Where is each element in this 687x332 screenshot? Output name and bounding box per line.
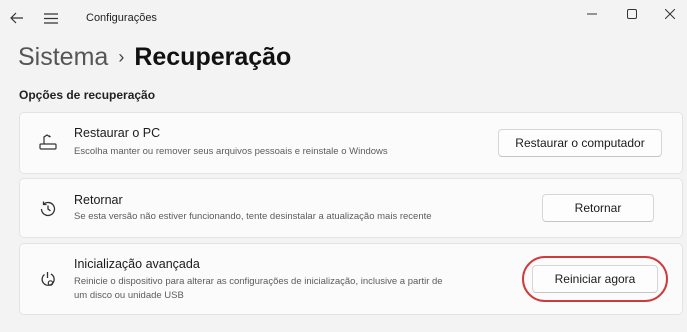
option-description-line-2: um disco ou unidade USB — [74, 290, 184, 301]
minimize-icon[interactable] — [577, 4, 607, 24]
breadcrumb-separator: › — [118, 46, 125, 67]
advanced-startup-icon — [38, 270, 58, 290]
breadcrumb-parent[interactable]: Sistema — [18, 43, 108, 72]
close-icon[interactable] — [655, 4, 685, 24]
option-title: Inicialização avançada — [74, 257, 200, 271]
option-description-line-1: Reinicie o dispositivo para alterar as c… — [74, 276, 443, 287]
window-title: Configurações — [86, 12, 157, 24]
hamburger-menu-icon[interactable] — [42, 10, 60, 26]
go-back-button[interactable]: Retornar — [542, 194, 654, 222]
restore-pc-button[interactable]: Restaurar o computador — [498, 129, 662, 157]
highlight-annotation-circle — [522, 256, 668, 302]
option-card-go-back: Retornar Se esta versão não estiver func… — [19, 178, 683, 238]
option-title: Retornar — [74, 193, 123, 207]
option-title: Restaurar o PC — [74, 126, 161, 140]
maximize-icon[interactable] — [617, 4, 647, 24]
option-card-advanced-startup: Inicialização avançada Reinicie o dispos… — [19, 243, 683, 315]
back-arrow-icon[interactable] — [8, 10, 26, 26]
title-bar: Configurações — [0, 0, 687, 36]
breadcrumb: Sistema › Recuperação — [18, 40, 291, 74]
restore-pc-icon — [38, 133, 58, 153]
option-description: Se esta versão não estiver funcionando, … — [74, 211, 432, 222]
history-restore-icon — [38, 199, 58, 219]
section-title: Opções de recuperação — [19, 88, 156, 102]
page-title: Recuperação — [134, 42, 292, 71]
option-description: Escolha manter ou remover seus arquivos … — [74, 146, 388, 157]
option-card-restore-pc: Restaurar o PC Escolha manter ou remover… — [19, 112, 683, 174]
